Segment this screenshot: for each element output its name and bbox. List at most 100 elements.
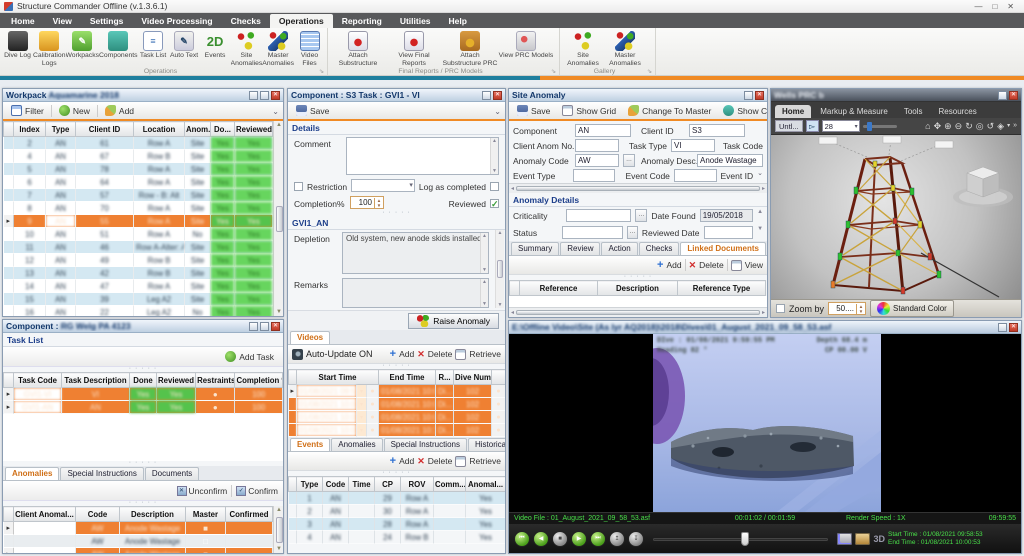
component-title-bar[interactable]: Component : RG Welg PA 4123 ✕ bbox=[3, 320, 283, 333]
minimize-button[interactable]: — bbox=[974, 2, 982, 11]
anomaly-code-field[interactable]: AW bbox=[575, 154, 619, 167]
ribbon-item[interactable]: Master Anomalies bbox=[604, 29, 646, 67]
menu-tab[interactable]: Help bbox=[440, 14, 476, 28]
event-type-field[interactable] bbox=[573, 169, 616, 182]
3d-sync-icon[interactable]: 3D bbox=[873, 534, 885, 544]
depletion-textarea[interactable]: Old system, new anode skids installed▲▼ bbox=[342, 232, 489, 274]
stop-button[interactable]: ■ bbox=[552, 531, 568, 547]
table-row[interactable]: 3AN28Row AYes bbox=[289, 518, 506, 531]
ribbon-item[interactable]: ✎ Workpacks bbox=[66, 29, 100, 67]
table-row[interactable]: 01/08/2021 10:0...▾●01/08/2021 10:1...Di… bbox=[289, 424, 506, 437]
ribbon-item[interactable]: Site Anomalies bbox=[231, 29, 263, 67]
close-icon[interactable]: ✕ bbox=[755, 91, 764, 100]
date-found-field[interactable]: 19/05/2018 bbox=[700, 209, 753, 222]
tab-videos[interactable]: Videos bbox=[290, 331, 330, 344]
menu-tab[interactable]: Reporting bbox=[333, 14, 391, 28]
ribbon-item[interactable]: 2D Events bbox=[200, 29, 231, 67]
event-add-button[interactable]: Add bbox=[399, 456, 414, 466]
new-button[interactable]: New bbox=[55, 104, 94, 117]
ribbon-item[interactable]: ≡ Task List bbox=[138, 29, 169, 67]
video-delete-button[interactable]: Delete bbox=[428, 349, 453, 359]
spin-icon[interactable]: ↺ bbox=[987, 120, 995, 132]
table-row[interactable]: 14AN47Row ASiteYesYes bbox=[4, 280, 273, 293]
standard-color-button[interactable]: Standard Color bbox=[870, 300, 954, 317]
change-to-master-button[interactable]: Change To Master bbox=[624, 104, 715, 117]
maximize-icon[interactable] bbox=[249, 322, 258, 331]
table-row[interactable]: ▸AWAnode Wastage■ bbox=[4, 522, 273, 535]
event-retrieve-button[interactable]: Retrieve bbox=[469, 456, 501, 466]
zoom-icon[interactable]: ⊕ bbox=[944, 120, 952, 132]
completion-spinner[interactable]: 100▲▼ bbox=[350, 196, 384, 209]
menu-tab[interactable]: View bbox=[44, 14, 81, 28]
look-icon[interactable]: ◎ bbox=[976, 120, 984, 132]
snapshot-icon[interactable] bbox=[837, 533, 852, 545]
tab[interactable]: Events bbox=[290, 438, 330, 451]
raise-anomaly-button[interactable]: Raise Anomaly bbox=[408, 313, 499, 329]
tab[interactable]: Anomalies bbox=[5, 467, 59, 480]
client-anom-field[interactable] bbox=[575, 139, 619, 152]
ribbon-item[interactable]: Attach Substructure Report bbox=[330, 29, 386, 67]
component-task-title-bar[interactable]: Component : S3 Task : GVI1 - VI ✕ bbox=[288, 89, 505, 102]
show-component-button[interactable]: Show Component bbox=[719, 104, 768, 117]
table-row[interactable]: 4AN24Row BYes bbox=[289, 531, 506, 544]
table-row[interactable]: 13AN42Row BSiteYesYes bbox=[4, 267, 273, 280]
table-row[interactable]: ▸01/08/2021 09:5...▾●01/08/2021 10:0...D… bbox=[289, 385, 506, 398]
add-button[interactable]: Add bbox=[101, 104, 138, 117]
ribbon-item[interactable]: Master Anomalies bbox=[262, 29, 294, 67]
ribbon-item[interactable]: Attach Substructure PRC bbox=[442, 29, 498, 67]
viewer-tab[interactable]: Markup & Measure bbox=[813, 105, 895, 118]
event-delete-button[interactable]: Delete bbox=[428, 456, 453, 466]
doc-delete-button[interactable]: Delete bbox=[699, 260, 724, 270]
table-row[interactable]: 2AN61Row ASiteYesYes bbox=[4, 137, 273, 150]
table-row[interactable]: ▸9AN55Row ASiteYesYes bbox=[4, 215, 273, 228]
tab[interactable]: Action bbox=[601, 242, 637, 255]
remarks-textarea[interactable]: ▲▼ bbox=[342, 278, 489, 308]
rewind-button[interactable]: ◀ bbox=[533, 531, 549, 547]
client-id-field[interactable]: S3 bbox=[689, 124, 745, 137]
ribbon-item[interactable]: Site Anomalies bbox=[562, 29, 604, 67]
table-row[interactable]: 4AN67Row BSiteYesYes bbox=[4, 150, 273, 163]
tab[interactable]: Documents bbox=[145, 467, 199, 480]
render-combo[interactable]: 28 bbox=[822, 120, 860, 132]
pin-icon[interactable] bbox=[260, 91, 269, 100]
overflow-icon[interactable]: » bbox=[1013, 120, 1017, 132]
table-row[interactable]: 16AN22Leg A2NoYesYes bbox=[4, 306, 273, 317]
workpack-title-bar[interactable]: Workpack Aquamarine 2018 ✕ bbox=[3, 89, 283, 102]
tab[interactable]: Special Instructions bbox=[384, 438, 467, 451]
chevron-down-icon[interactable]: ▾ bbox=[1007, 120, 1010, 132]
log-completed-checkbox[interactable] bbox=[490, 182, 499, 191]
table-row[interactable]: 7AN57Row - B: AltSiteYesYes bbox=[4, 189, 273, 202]
vertical-scrollbar[interactable]: ▲▼ bbox=[495, 230, 504, 308]
table-row[interactable]: AWAnode Wastage□ bbox=[4, 535, 273, 548]
view-cube[interactable] bbox=[953, 167, 1013, 207]
filter-button[interactable]: Filter bbox=[7, 104, 48, 117]
ribbon-item[interactable]: Video Files bbox=[294, 29, 325, 67]
lookup-button[interactable]: … bbox=[635, 209, 647, 222]
show-grid-button[interactable]: Show Grid bbox=[558, 104, 620, 117]
dialog-launcher-icon[interactable]: ⇘ bbox=[551, 68, 557, 75]
chevron-down-icon[interactable]: ⌄ bbox=[757, 169, 763, 177]
dialog-launcher-icon[interactable]: ⇘ bbox=[647, 68, 653, 75]
anomaly-desc-field[interactable]: Anode Wastage bbox=[697, 154, 763, 167]
site-anomaly-title-bar[interactable]: Site Anomaly ✕ bbox=[509, 89, 767, 102]
tab[interactable]: Linked Documents bbox=[680, 242, 766, 255]
maximize-icon[interactable] bbox=[998, 91, 1007, 100]
step-forward-button[interactable]: ↧ bbox=[628, 531, 644, 547]
menu-tab[interactable]: Operations bbox=[270, 14, 333, 28]
scrollbar-thumb[interactable] bbox=[516, 186, 760, 191]
ribbon-item[interactable]: View Final Reports bbox=[386, 29, 442, 67]
horizontal-scrollbar[interactable]: ◂▸ bbox=[509, 307, 767, 317]
close-icon[interactable]: ✕ bbox=[493, 91, 502, 100]
skip-start-button[interactable]: ⏮ bbox=[514, 531, 530, 547]
menu-tab[interactable]: Utilities bbox=[391, 14, 440, 28]
zoom-out-icon[interactable]: ⊖ bbox=[955, 120, 963, 132]
table-row[interactable]: 12AN49Row BSiteYesYes bbox=[4, 254, 273, 267]
scrollbar-thumb[interactable] bbox=[516, 310, 760, 315]
restriction-checkbox[interactable] bbox=[294, 182, 303, 191]
tab[interactable]: Special Instructions bbox=[60, 467, 143, 480]
doc-view-button[interactable]: View bbox=[745, 260, 763, 270]
confirm-button[interactable]: ✓Confirm bbox=[236, 486, 278, 496]
gallery-icon[interactable] bbox=[855, 533, 870, 545]
close-icon[interactable]: ✕ bbox=[271, 322, 280, 331]
lookup-button[interactable]: … bbox=[623, 154, 635, 167]
